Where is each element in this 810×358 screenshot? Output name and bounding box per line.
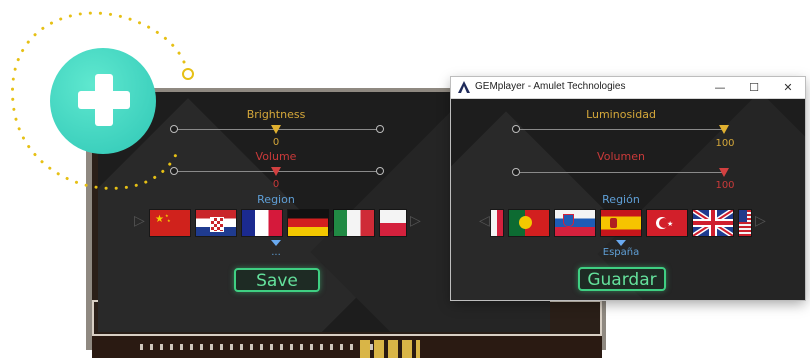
guardar-button[interactable]: Guardar (578, 267, 666, 291)
partial-flag[interactable] (491, 210, 503, 236)
svg-text:★: ★ (155, 214, 164, 225)
region-right-arrow-icon-es[interactable]: ▷ (755, 213, 766, 229)
region-right-arrow-icon[interactable]: ▷ (410, 213, 421, 229)
luminosidad-slider-thumb[interactable] (719, 125, 729, 134)
close-button[interactable]: ✕ (775, 79, 801, 96)
device-pins (140, 344, 380, 350)
volume-value: 0 (272, 179, 280, 190)
volume-label: Volume (255, 150, 297, 163)
volumen-slider-track[interactable] (518, 172, 722, 173)
region-left-arrow-icon-es[interactable]: ◁ (479, 213, 490, 229)
window-screen: Luminosidad 100 Volumen 100 Región ◁ ★ ▷… (451, 99, 805, 300)
region-value-es: España (602, 247, 640, 258)
region-selector-icon-es (616, 240, 626, 246)
luminosidad-slider-track[interactable] (518, 129, 722, 130)
region-selector-icon (271, 240, 281, 246)
volume-slider-max (376, 167, 384, 175)
volumen-slider-thumb[interactable] (719, 168, 729, 177)
volume-slider-thumb[interactable] (271, 167, 281, 176)
germany-flag[interactable] (288, 210, 328, 236)
minimize-button[interactable]: — (707, 79, 733, 96)
window-title: GEMplayer - Amulet Technologies (475, 81, 626, 92)
region-left-arrow-icon[interactable]: ▷ (134, 213, 145, 229)
brightness-value: 0 (272, 137, 280, 148)
luminosidad-slider-min (512, 125, 520, 133)
italy-flag[interactable] (334, 210, 374, 236)
plus-icon-vertical (95, 74, 113, 126)
turkey-flag[interactable]: ★ (647, 210, 687, 236)
croatia-flag[interactable] (196, 210, 236, 236)
brightness-slider-max (376, 125, 384, 133)
brightness-label: Brightness (246, 108, 306, 121)
france-flag[interactable] (242, 210, 282, 236)
title-bar[interactable]: GEMplayer - Amulet Technologies — ☐ ✕ (451, 77, 805, 99)
volumen-label: Volumen (597, 150, 645, 163)
portugal-flag[interactable] (509, 210, 549, 236)
luminosidad-value: 100 (715, 138, 735, 149)
svg-text:★: ★ (167, 218, 171, 223)
spain-flag[interactable] (601, 210, 641, 236)
amulet-logo-icon (458, 81, 470, 93)
device-gold-contacts (360, 340, 420, 358)
usa-flag[interactable] (739, 210, 751, 236)
gemplayer-window: GEMplayer - Amulet Technologies — ☐ ✕ Lu… (451, 77, 805, 300)
volumen-slider-min (512, 168, 520, 176)
brightness-slider-thumb[interactable] (271, 125, 281, 134)
poland-flag[interactable] (380, 210, 406, 236)
luminosidad-label: Luminosidad (586, 108, 656, 121)
slovenia-flag[interactable] (555, 210, 595, 236)
maximize-button[interactable]: ☐ (741, 79, 767, 96)
svg-text:★: ★ (667, 220, 673, 228)
china-flag[interactable]: ★ ★ ★ (150, 210, 190, 236)
uk-flag[interactable] (693, 210, 733, 236)
volumen-value: 100 (715, 180, 735, 191)
region-label-es: Región (602, 193, 640, 206)
region-label: Region (257, 193, 295, 206)
region-value: ... (271, 247, 281, 258)
save-button[interactable]: Save (234, 268, 320, 292)
